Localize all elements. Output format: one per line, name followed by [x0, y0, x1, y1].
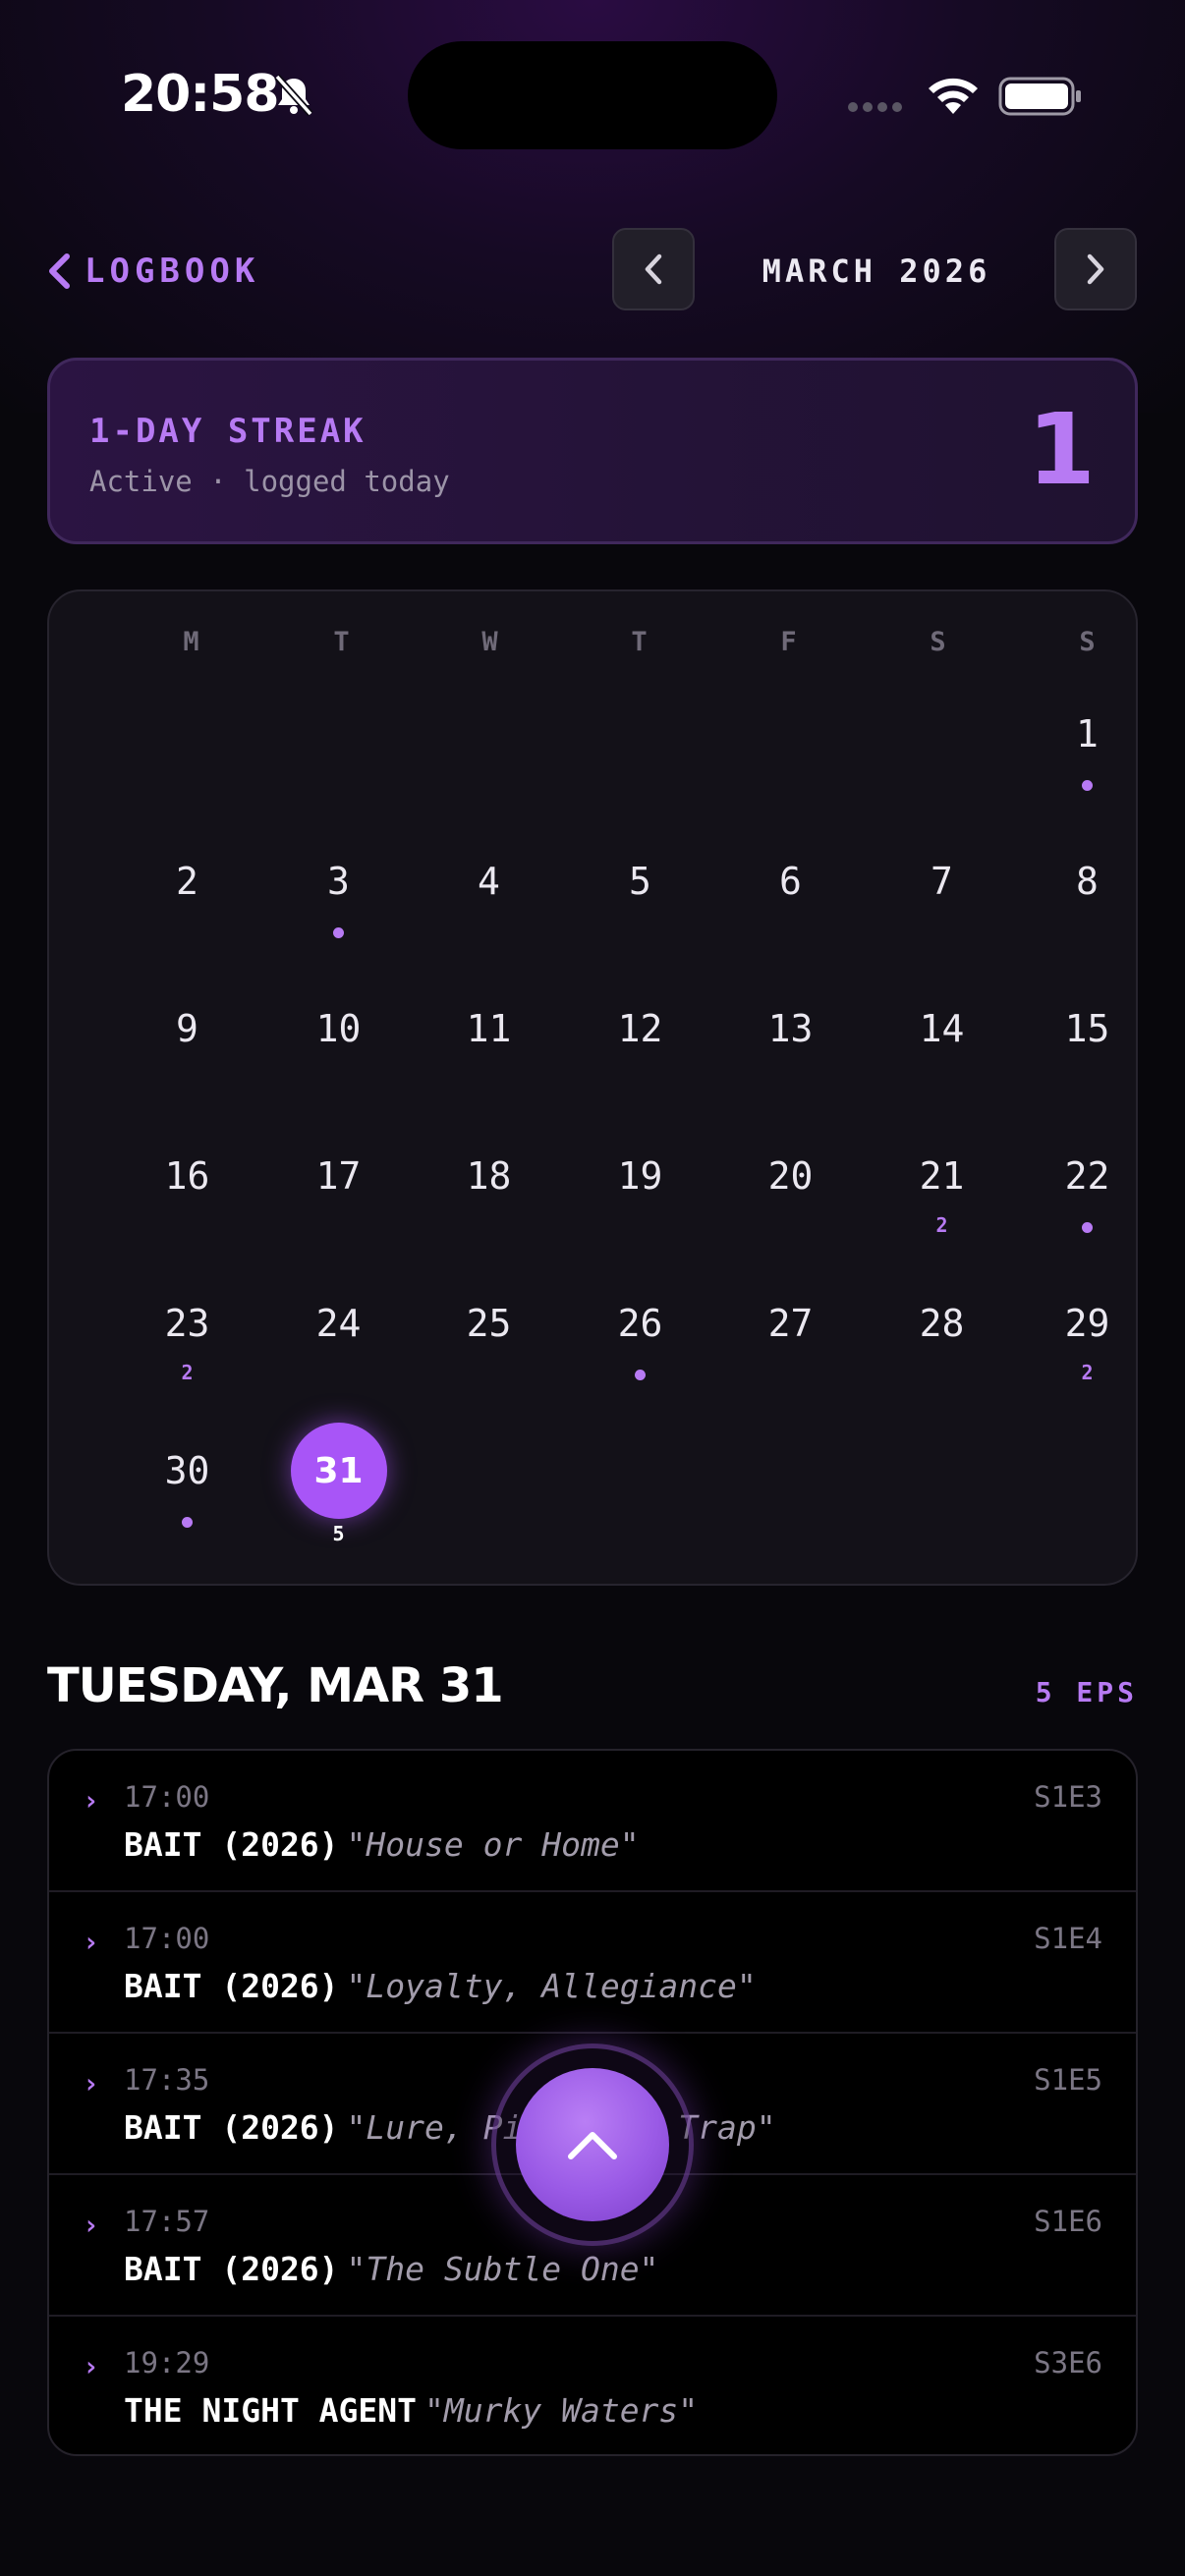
- chevron-right-icon: ›: [83, 2067, 99, 2100]
- calendar-day-6[interactable]: 6: [715, 857, 866, 906]
- calendar-day-22[interactable]: 22: [1012, 1151, 1162, 1233]
- status-time: 20:58: [121, 65, 280, 124]
- episode-title: "Murky Waters": [424, 2391, 699, 2430]
- show-title: THE NIGHT AGENT: [124, 2391, 418, 2430]
- chevron-right-icon: [1087, 253, 1104, 285]
- chevron-left-icon: [49, 253, 70, 289]
- calendar-day-21[interactable]: 21 2: [867, 1151, 1017, 1236]
- wifi-icon: [929, 78, 978, 114]
- scroll-to-top-button[interactable]: [516, 2068, 669, 2221]
- activity-dot: [182, 1517, 193, 1528]
- calendar-day-30[interactable]: 30: [112, 1446, 262, 1528]
- calendar-day-20[interactable]: 20: [715, 1151, 866, 1201]
- calendar-day-26[interactable]: 26: [565, 1299, 715, 1380]
- show-title: BAIT (2026): [124, 2108, 339, 2147]
- back-label: LOGBOOK: [85, 252, 260, 291]
- streak-count: 1: [1027, 392, 1096, 507]
- weekday-label: W: [481, 627, 498, 657]
- episode-code: S1E3: [1034, 1780, 1102, 1814]
- episode-code: S1E6: [1034, 2205, 1102, 2238]
- calendar-day-9[interactable]: 9: [112, 1004, 262, 1053]
- previous-month-button[interactable]: [612, 228, 695, 310]
- show-title: BAIT (2026): [124, 2250, 339, 2288]
- weekday-label: M: [183, 627, 199, 657]
- show-title: BAIT (2026): [124, 1825, 339, 1864]
- calendar-day-23[interactable]: 23 2: [112, 1299, 262, 1383]
- calendar-day-29[interactable]: 29 2: [1012, 1299, 1162, 1383]
- episode-title: "Loyalty, Allegiance": [346, 1967, 757, 2005]
- month-label: MARCH 2026: [762, 252, 991, 290]
- calendar-day-25[interactable]: 25: [414, 1299, 564, 1348]
- battery-icon: [998, 77, 1081, 116]
- calendar-day-17[interactable]: 17: [263, 1151, 414, 1201]
- calendar-day-5[interactable]: 5: [565, 857, 715, 906]
- activity-dot: [635, 1370, 646, 1380]
- streak-title: 1-DAY STREAK: [89, 412, 367, 451]
- weekday-label: T: [631, 627, 648, 657]
- streak-subtitle: Active · logged today: [89, 465, 450, 498]
- calendar-day-28[interactable]: 28: [867, 1299, 1017, 1348]
- weekday-label: F: [780, 627, 797, 657]
- calendar-day-24[interactable]: 24: [263, 1299, 414, 1348]
- weekday-label: S: [1079, 627, 1096, 657]
- calendar-grid: M T W T F S S 1 2 3 4 5 6 7 8 9 10 11 12…: [47, 589, 1138, 1586]
- episode-time: 17:00: [124, 1922, 210, 1955]
- calendar-day-13[interactable]: 13: [715, 1004, 866, 1053]
- chevron-right-icon: ›: [83, 2209, 99, 2241]
- activity-dot: [1082, 780, 1093, 791]
- entry-count: 2: [181, 1361, 194, 1384]
- calendar-day-1[interactable]: 1: [1012, 709, 1162, 791]
- chevron-right-icon: ›: [83, 1784, 99, 1817]
- episode-code: S1E5: [1034, 2063, 1102, 2097]
- episode-title: "The Subtle One": [346, 2250, 659, 2288]
- calendar-day-19[interactable]: 19: [565, 1151, 715, 1201]
- calendar-day-27[interactable]: 27: [715, 1299, 866, 1348]
- calendar-day-2[interactable]: 2: [112, 857, 262, 906]
- chevron-left-icon: [645, 253, 662, 285]
- episode-time: 17:57: [124, 2205, 210, 2238]
- cellular-signal-icon: [848, 102, 902, 112]
- episode-count: 5 EPS: [1035, 1676, 1138, 1708]
- activity-dot: [1082, 1222, 1093, 1233]
- calendar-day-15[interactable]: 15: [1012, 1004, 1162, 1053]
- episode-code: S1E4: [1034, 1922, 1102, 1955]
- episode-row[interactable]: › 19:29 S3E6 THE NIGHT AGENT "Murky Water…: [49, 2317, 1136, 2454]
- selected-day-title: TUESDAY, MAR 31: [47, 1658, 504, 1713]
- calendar-day-10[interactable]: 10: [263, 1004, 414, 1053]
- episode-time: 19:29: [124, 2346, 210, 2380]
- calendar-day-11[interactable]: 11: [414, 1004, 564, 1053]
- streak-card: 1-DAY STREAK Active · logged today 1: [47, 358, 1138, 544]
- show-title: BAIT (2026): [124, 1967, 339, 2005]
- back-button[interactable]: LOGBOOK: [47, 246, 259, 297]
- calendar-day-31-selected[interactable]: 31 5: [263, 1423, 414, 1544]
- chevron-up-icon: [568, 2132, 617, 2159]
- next-month-button[interactable]: [1054, 228, 1137, 310]
- weekday-label: S: [930, 627, 946, 657]
- weekday-label: T: [333, 627, 350, 657]
- chevron-right-icon: ›: [83, 1926, 99, 1958]
- episode-row[interactable]: › 17:00 S1E3 BAIT (2026) "House or Home": [49, 1751, 1136, 1892]
- calendar-day-18[interactable]: 18: [414, 1151, 564, 1201]
- episode-time: 17:35: [124, 2063, 210, 2097]
- episode-row[interactable]: › 17:00 S1E4 BAIT (2026) "Loyalty, Allegi…: [49, 1892, 1136, 2034]
- episode-code: S3E6: [1034, 2346, 1102, 2380]
- episode-title: "House or Home": [346, 1825, 640, 1864]
- episode-time: 17:00: [124, 1780, 210, 1814]
- entry-count: 2: [1081, 1361, 1094, 1384]
- chevron-right-icon: ›: [83, 2350, 99, 2382]
- calendar-day-8[interactable]: 8: [1012, 857, 1162, 906]
- calendar-day-7[interactable]: 7: [867, 857, 1017, 906]
- entry-count: 5: [332, 1522, 345, 1545]
- calendar-day-16[interactable]: 16: [112, 1151, 262, 1201]
- entry-count: 2: [935, 1213, 948, 1237]
- calendar-day-3[interactable]: 3: [263, 857, 414, 938]
- dynamic-island: [408, 41, 777, 149]
- selected-day-circle: 31: [290, 1423, 387, 1519]
- calendar-day-12[interactable]: 12: [565, 1004, 715, 1053]
- calendar-day-14[interactable]: 14: [867, 1004, 1017, 1053]
- bell-muted-icon: [274, 74, 313, 117]
- activity-dot: [333, 927, 344, 938]
- calendar-day-4[interactable]: 4: [414, 857, 564, 906]
